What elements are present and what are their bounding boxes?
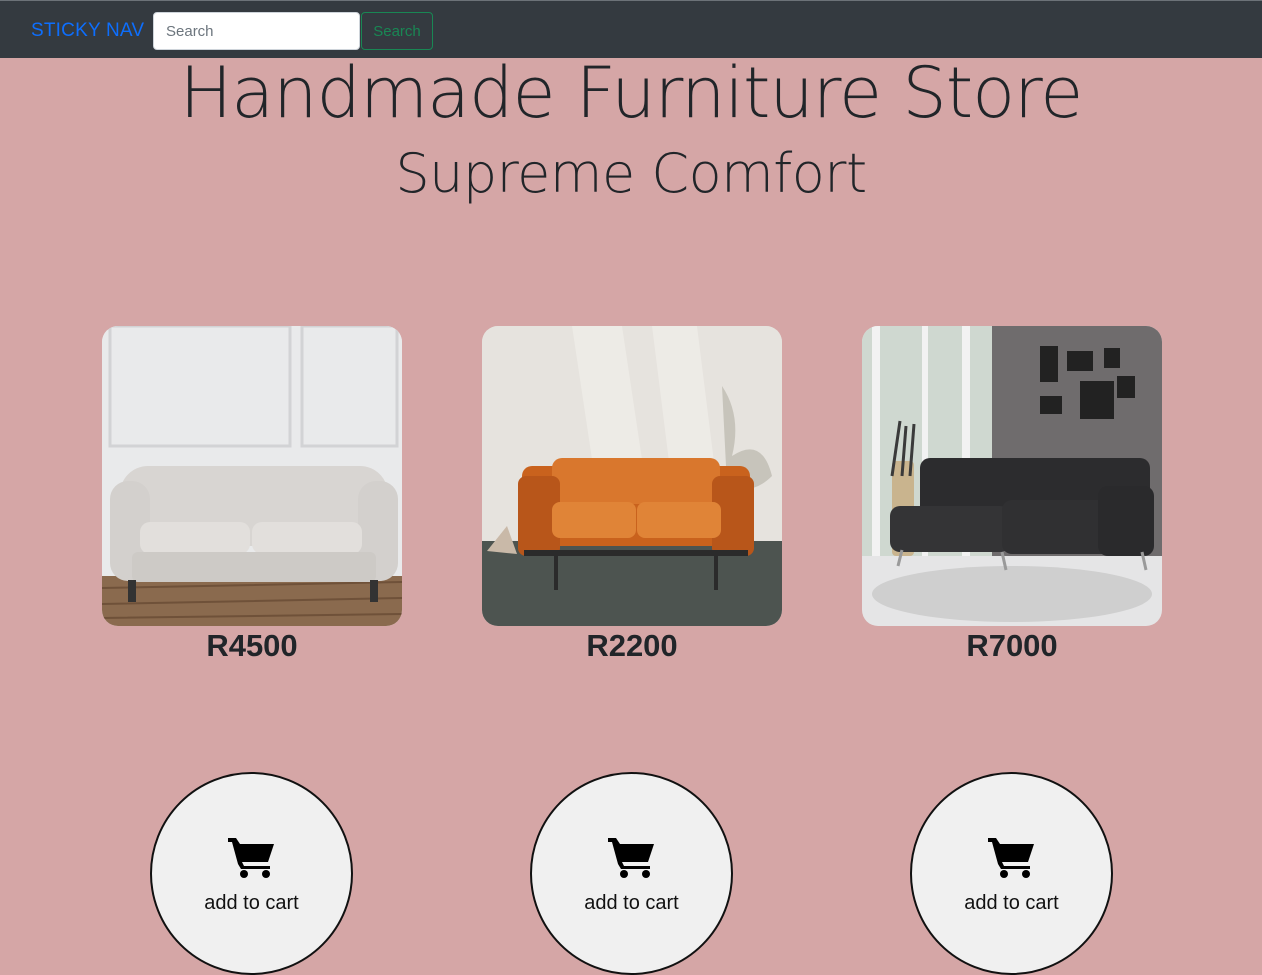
- add-to-cart-button[interactable]: add to cart: [530, 772, 733, 975]
- product-image-black-sectional: [862, 326, 1162, 626]
- add-to-cart-button[interactable]: add to cart: [910, 772, 1113, 975]
- product-card-3: R7000: [862, 326, 1162, 664]
- add-to-cart-label: add to cart: [964, 892, 1059, 914]
- product-price: R2200: [586, 628, 678, 663]
- product-card-2: R2200: [482, 326, 782, 664]
- add-to-cart-label: add to cart: [204, 892, 299, 914]
- shopping-cart-icon: [228, 838, 274, 878]
- page-subtitle: Supreme Comfort: [395, 142, 867, 205]
- product-image-white-sofa: [102, 326, 402, 626]
- product-price: R4500: [206, 628, 298, 663]
- add-to-cart-button[interactable]: add to cart: [150, 772, 353, 975]
- navbar: STICKY NAV Search: [0, 0, 1262, 58]
- shopping-cart-icon: [988, 838, 1034, 878]
- add-to-cart-label: add to cart: [584, 892, 679, 914]
- product-price: R7000: [966, 628, 1058, 663]
- search-input[interactable]: [153, 12, 360, 50]
- product-image-orange-sofa: [482, 326, 782, 626]
- search-button[interactable]: Search: [361, 12, 433, 50]
- page-title: Handmade Furniture Store: [179, 52, 1084, 134]
- product-card-1: R4500: [102, 326, 402, 664]
- brand-link[interactable]: STICKY NAV: [31, 20, 144, 42]
- shopping-cart-icon: [608, 838, 654, 878]
